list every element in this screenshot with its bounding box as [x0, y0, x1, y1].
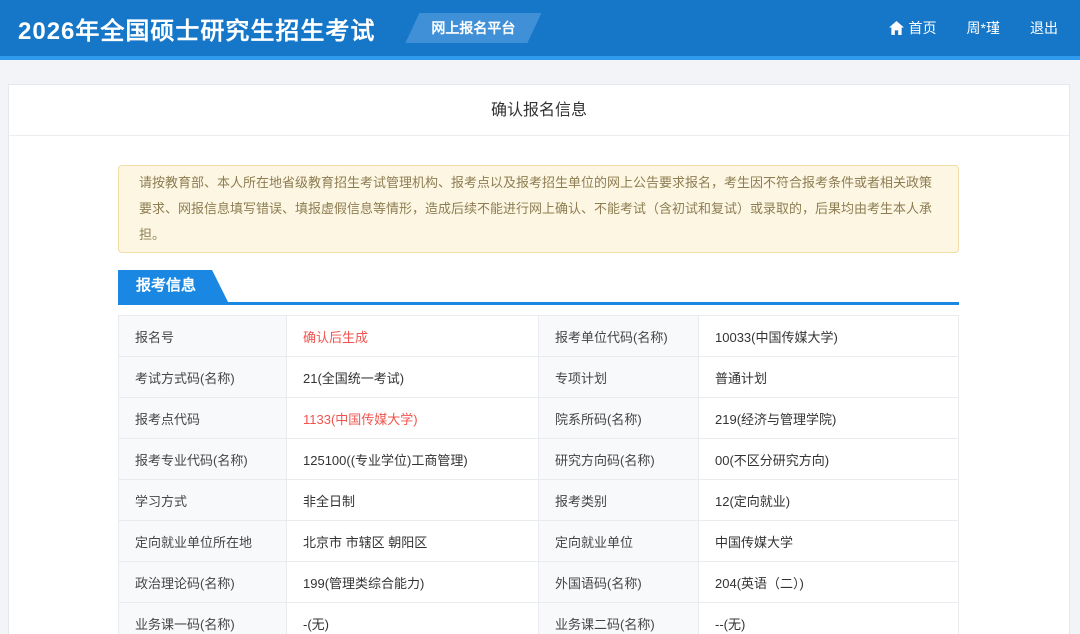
field-label: 院系所码(名称) [539, 398, 699, 439]
field-label: 报考专业代码(名称) [119, 439, 287, 480]
field-value: 204(英语（二）) [699, 562, 959, 603]
field-value: 199(管理类综合能力) [287, 562, 539, 603]
field-label: 专项计划 [539, 357, 699, 398]
field-value: 21(全国统一考试) [287, 357, 539, 398]
field-label: 定向就业单位所在地 [119, 521, 287, 562]
field-value: 12(定向就业) [699, 480, 959, 521]
app-title: 2026年全国硕士研究生招生考试 [18, 11, 375, 46]
notice-text: 请按教育部、本人所在地省级教育招生考试管理机构、报考点以及报考招生单位的网上公告… [139, 175, 932, 242]
page-title: 确认报名信息 [9, 85, 1069, 136]
field-value: 10033(中国传媒大学) [699, 316, 959, 357]
field-value: 1133(中国传媒大学) [287, 398, 539, 439]
field-label: 业务课一码(名称) [119, 603, 287, 634]
table-row: 考试方式码(名称) 21(全国统一考试) 专项计划 普通计划 [119, 357, 959, 398]
field-value: 125100((专业学位)工商管理) [287, 439, 539, 480]
field-label: 报考单位代码(名称) [539, 316, 699, 357]
registration-info-table: 报名号 确认后生成 报考单位代码(名称) 10033(中国传媒大学) 考试方式码… [118, 315, 959, 634]
section-tab-row: 报考信息 [118, 270, 959, 305]
card-body: 请按教育部、本人所在地省级教育招生考试管理机构、报考点以及报考招生单位的网上公告… [9, 136, 1069, 634]
field-label: 报考类别 [539, 480, 699, 521]
field-label: 定向就业单位 [539, 521, 699, 562]
table-row: 学习方式 非全日制 报考类别 12(定向就业) [119, 480, 959, 521]
nav-username[interactable]: 周*瑾 [967, 18, 1000, 38]
field-value: 确认后生成 [287, 316, 539, 357]
field-label: 研究方向码(名称) [539, 439, 699, 480]
platform-badge: 网上报名平台 [405, 13, 541, 43]
table-row: 业务课一码(名称) -(无) 业务课二码(名称) --(无) [119, 603, 959, 634]
header-nav: 首页 周*瑾 退出 [889, 18, 1058, 38]
nav-home-label: 首页 [909, 18, 937, 38]
content-card: 确认报名信息 请按教育部、本人所在地省级教育招生考试管理机构、报考点以及报考招生… [8, 84, 1070, 634]
notice-box: 请按教育部、本人所在地省级教育招生考试管理机构、报考点以及报考招生单位的网上公告… [118, 165, 959, 253]
table-row: 报考专业代码(名称) 125100((专业学位)工商管理) 研究方向码(名称) … [119, 439, 959, 480]
table-row: 定向就业单位所在地 北京市 市辖区 朝阳区 定向就业单位 中国传媒大学 [119, 521, 959, 562]
field-value: 北京市 市辖区 朝阳区 [287, 521, 539, 562]
table-row: 报考点代码 1133(中国传媒大学) 院系所码(名称) 219(经济与管理学院) [119, 398, 959, 439]
tab-application-info[interactable]: 报考信息 [118, 270, 228, 302]
field-value: --(无) [699, 603, 959, 634]
field-label: 报名号 [119, 316, 287, 357]
field-label: 报考点代码 [119, 398, 287, 439]
field-label: 政治理论码(名称) [119, 562, 287, 603]
field-value: -(无) [287, 603, 539, 634]
home-icon [889, 21, 904, 35]
field-label: 业务课二码(名称) [539, 603, 699, 634]
field-label: 学习方式 [119, 480, 287, 521]
field-value: 00(不区分研究方向) [699, 439, 959, 480]
field-value: 普通计划 [699, 357, 959, 398]
table-row: 政治理论码(名称) 199(管理类综合能力) 外国语码(名称) 204(英语（二… [119, 562, 959, 603]
field-value: 非全日制 [287, 480, 539, 521]
field-label: 考试方式码(名称) [119, 357, 287, 398]
app-header: 2026年全国硕士研究生招生考试 网上报名平台 首页 周*瑾 退出 [0, 0, 1080, 60]
nav-logout-link[interactable]: 退出 [1030, 18, 1058, 38]
table-row: 报名号 确认后生成 报考单位代码(名称) 10033(中国传媒大学) [119, 316, 959, 357]
nav-home-link[interactable]: 首页 [889, 18, 937, 38]
field-value: 中国传媒大学 [699, 521, 959, 562]
field-value: 219(经济与管理学院) [699, 398, 959, 439]
field-label: 外国语码(名称) [539, 562, 699, 603]
